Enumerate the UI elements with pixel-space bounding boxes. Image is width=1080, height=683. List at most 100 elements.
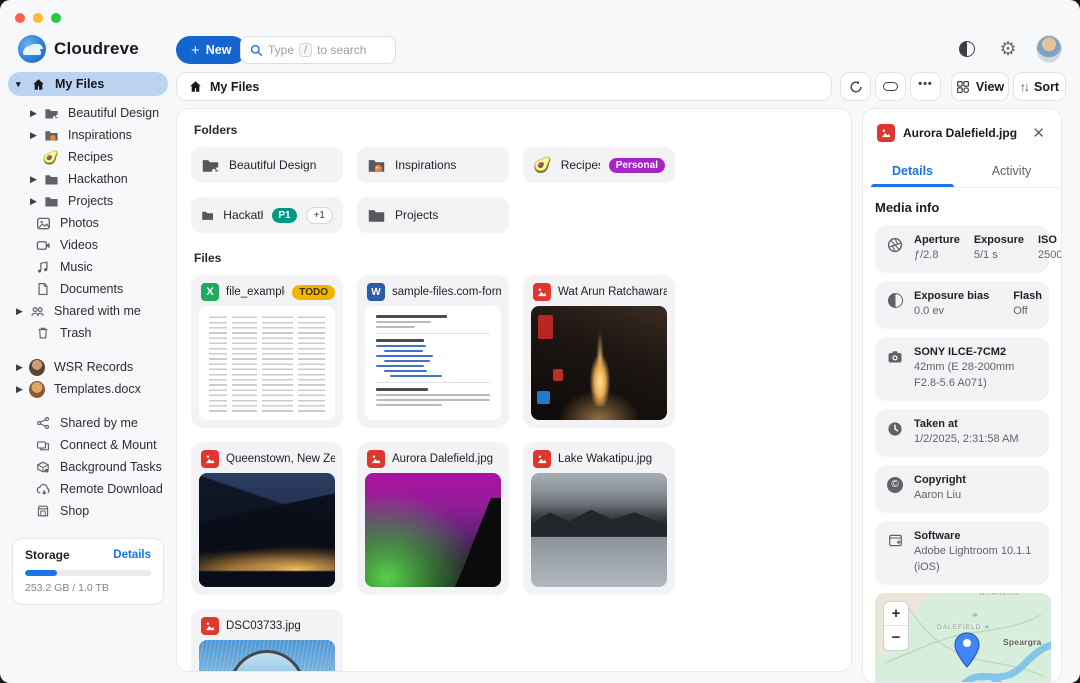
breadcrumb-my-files[interactable]: My Files <box>210 80 259 94</box>
breadcrumb[interactable]: My Files <box>176 72 832 101</box>
zoom-window-button[interactable] <box>51 13 61 23</box>
clock-icon <box>886 418 904 448</box>
minimize-window-button[interactable] <box>33 13 43 23</box>
folder-card-inspirations[interactable]: Inspirations <box>357 147 509 183</box>
avocado-icon: 🥑 <box>533 158 552 173</box>
map-label-wharehu: WHAREHU <box>979 593 1020 597</box>
photos-icon <box>35 215 51 231</box>
user-avatar <box>1036 35 1062 63</box>
sidebar-item-remote-download[interactable]: Remote Download <box>8 478 168 500</box>
cloud-download-icon <box>35 481 51 497</box>
theme-toggle-button[interactable] <box>954 36 980 62</box>
sidebar-item-inspirations[interactable]: ▶ Inspirations <box>8 124 168 146</box>
caret-down-icon[interactable]: ▾ <box>16 79 30 90</box>
aperture-icon <box>886 234 904 264</box>
refresh-icon <box>849 80 863 94</box>
sidebar-item-background-tasks[interactable]: Background Tasks <box>8 456 168 478</box>
file-card-aurora[interactable]: Aurora Dalefield.jpg <box>357 442 509 595</box>
excel-file-icon: X <box>201 283 219 301</box>
tab-activity[interactable]: Activity <box>962 156 1061 187</box>
spreadsheet-preview <box>199 306 335 420</box>
caret-right-icon[interactable]: ▶ <box>30 196 43 207</box>
software-icon <box>886 530 904 576</box>
image-file-icon <box>367 450 385 468</box>
shared-folder-icon <box>43 105 59 121</box>
music-icon <box>35 259 51 275</box>
share-avatar <box>29 359 45 375</box>
file-card-wat-arun[interactable]: Wat Arun Ratchawarar... <box>523 275 675 428</box>
tab-details[interactable]: Details <box>863 156 962 187</box>
sidebar-item-wsr-records[interactable]: ▶ WSR Records <box>8 356 168 378</box>
sidebar-item-trash[interactable]: Trash <box>8 322 168 344</box>
close-icon[interactable]: ✕ <box>1028 122 1049 144</box>
sidebar-item-shop[interactable]: Shop <box>8 500 168 522</box>
document-preview <box>365 306 501 420</box>
folder-card-projects[interactable]: Projects <box>357 197 509 233</box>
refresh-button[interactable] <box>840 72 871 101</box>
people-icon <box>29 303 45 319</box>
select-toggle-icon <box>883 82 898 91</box>
sidebar-item-templates-docx[interactable]: ▶ Templates.docx <box>8 378 168 400</box>
file-card-queenstown[interactable]: Queenstown, New Zeal... <box>191 442 343 595</box>
sidebar-item-shared-with-me[interactable]: ▶ Shared with me <box>8 300 168 322</box>
folder-icon <box>201 206 214 225</box>
caret-right-icon[interactable]: ▶ <box>16 362 29 373</box>
sidebar-item-photos[interactable]: Photos <box>8 212 168 234</box>
media-card-software: SoftwareAdobe Lightroom 10.1.1 (iOS) <box>875 521 1049 585</box>
settings-button[interactable]: ⚙ <box>995 36 1021 62</box>
map-zoom-out-button[interactable]: − <box>884 626 908 650</box>
mount-icon <box>35 437 51 453</box>
sidebar-item-shared-by-me[interactable]: Shared by me <box>8 412 168 434</box>
view-button[interactable]: View <box>951 72 1009 101</box>
sort-arrows-icon: ↑↓ <box>1020 80 1028 94</box>
select-toggle-button[interactable] <box>875 72 906 101</box>
caret-right-icon[interactable]: ▶ <box>30 174 43 185</box>
folder-icon <box>367 206 386 225</box>
map-zoom-in-button[interactable]: + <box>884 602 908 626</box>
details-tabs: Details Activity <box>863 156 1061 188</box>
sidebar-item-recipes[interactable]: 🥑 Recipes <box>8 146 168 168</box>
sidebar-item-videos[interactable]: Videos <box>8 234 168 256</box>
file-card-lake-wakatipu[interactable]: Lake Wakatipu.jpg <box>523 442 675 595</box>
folder-emoji-icon <box>367 156 386 175</box>
folder-card-beautiful-design[interactable]: Beautiful Design <box>191 147 343 183</box>
caret-right-icon[interactable]: ▶ <box>16 306 29 317</box>
storefront-icon <box>35 503 51 519</box>
media-card-exposure: Apertureƒ/2.8 Exposure5/1 s ISO2500 <box>875 225 1049 273</box>
location-map[interactable]: WHAREHU DALEFIELD Speargra S POINT + − L… <box>875 593 1051 683</box>
sidebar-item-my-files[interactable]: ▾ My Files <box>8 72 168 96</box>
camera-icon <box>886 346 904 392</box>
sidebar-item-connect-mount[interactable]: Connect & Mount <box>8 434 168 456</box>
sidebar-item-hackathon[interactable]: ▶ Hackathon <box>8 168 168 190</box>
account-menu-button[interactable] <box>1036 36 1062 62</box>
folders-heading: Folders <box>194 123 851 137</box>
share-nodes-icon <box>35 415 51 431</box>
cloudreve-logo-icon <box>18 35 46 63</box>
photo-preview <box>531 306 667 420</box>
tag-badge-todo: TODO <box>292 285 335 300</box>
sidebar-item-music[interactable]: Music <box>8 256 168 278</box>
file-card-spreadsheet[interactable]: X file_example... TODO <box>191 275 343 428</box>
folder-icon <box>43 171 59 187</box>
sidebar-item-beautiful-design[interactable]: ▶ Beautiful Design <box>8 102 168 124</box>
new-button[interactable]: + New <box>176 36 246 64</box>
sidebar-item-documents[interactable]: Documents <box>8 278 168 300</box>
caret-right-icon[interactable]: ▶ <box>30 108 43 119</box>
details-panel: Aurora Dalefield.jpg ✕ Details Activity … <box>862 108 1062 683</box>
caret-right-icon[interactable]: ▶ <box>30 130 43 141</box>
folder-icon <box>43 193 59 209</box>
file-card-dsc03733[interactable]: DSC03733.jpg <box>191 609 343 672</box>
search-input[interactable]: Type / to search <box>240 36 396 64</box>
caret-right-icon[interactable]: ▶ <box>16 384 29 395</box>
close-window-button[interactable] <box>15 13 25 23</box>
sidebar-item-projects[interactable]: ▶ Projects <box>8 190 168 212</box>
exposure-bias-icon <box>886 290 904 320</box>
sort-button[interactable]: ↑↓ Sort <box>1013 72 1066 101</box>
storage-details-link[interactable]: Details <box>113 549 151 561</box>
folder-card-hackathon[interactable]: Hackathon P1 +1 <box>191 197 343 233</box>
more-options-button[interactable]: ••• <box>910 72 941 101</box>
file-card-document[interactable]: W sample-files.com-form... <box>357 275 509 428</box>
folder-card-recipes[interactable]: 🥑 Recipes Personal <box>523 147 675 183</box>
image-file-icon <box>201 450 219 468</box>
storage-card: Storage Details 253.2 GB / 1.0 TB <box>12 538 164 605</box>
